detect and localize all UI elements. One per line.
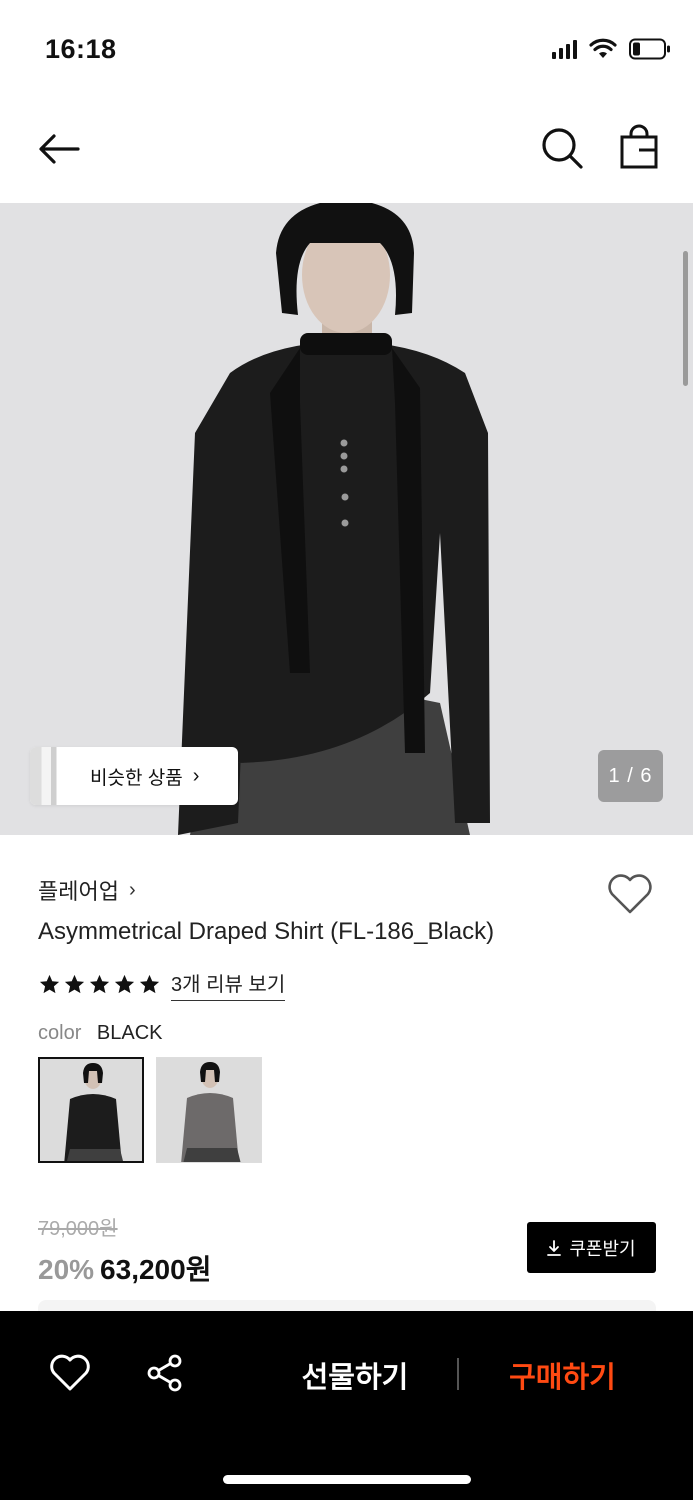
star-icon: [89, 974, 110, 994]
wishlist-heart-icon[interactable]: [606, 872, 654, 916]
similar-products-thumbnail: [30, 747, 68, 805]
color-swatch-gray[interactable]: [156, 1057, 262, 1163]
sale-price: 63,200원: [100, 1254, 212, 1285]
reviews-link[interactable]: 3개 리뷰 보기: [171, 968, 286, 1001]
price-row: 20% 63,200원: [38, 1248, 211, 1288]
color-value: BLACK: [96, 1022, 163, 1044]
bottom-action-bar: 선물하기 구매하기: [0, 1311, 693, 1500]
rating-stars: [38, 973, 161, 996]
color-swatch-black[interactable]: [38, 1057, 144, 1163]
star-icon: [39, 974, 60, 994]
download-icon: [547, 1239, 562, 1256]
coupon-label: 쿠폰받기: [569, 1238, 636, 1259]
scroll-indicator: [683, 251, 688, 386]
similar-products-label: 비슷한 상품: [90, 767, 183, 789]
swatch-gray-image: [157, 1058, 261, 1162]
cellular-signal-icon: [552, 39, 577, 59]
brand-name: 플레어업: [38, 879, 119, 904]
divider: [457, 1358, 459, 1390]
wifi-icon: [589, 38, 617, 58]
coupon-button[interactable]: 쿠폰받기: [527, 1222, 656, 1273]
discount-rate: 20%: [38, 1254, 95, 1285]
brand-link[interactable]: 플레어업 ›: [38, 874, 136, 906]
original-price: 79,000원: [38, 1218, 118, 1240]
status-time: 16:18: [45, 34, 117, 64]
heart-icon[interactable]: [49, 1353, 91, 1393]
top-navigation: [0, 100, 693, 203]
swatch-black-image: [40, 1059, 142, 1161]
rating-row: 3개 리뷰 보기: [38, 968, 286, 1001]
star-icon: [114, 974, 135, 994]
star-icon: [139, 974, 160, 994]
image-counter: 1 / 6: [598, 750, 663, 802]
status-bar: 16:18: [0, 0, 693, 100]
product-photo: [0, 203, 693, 835]
chevron-right-icon: ›: [128, 878, 136, 901]
home-indicator: [223, 1475, 471, 1484]
gift-button[interactable]: 선물하기: [270, 1351, 440, 1399]
product-image-carousel[interactable]: 비슷한 상품 › 1 / 6: [0, 203, 693, 835]
shopping-bag-icon[interactable]: [618, 124, 660, 170]
search-icon[interactable]: [540, 126, 584, 170]
similar-products-button[interactable]: 비슷한 상품 ›: [30, 747, 238, 805]
chevron-right-icon: ›: [192, 764, 200, 787]
status-icons: [552, 38, 671, 60]
color-label: color: [38, 1022, 82, 1044]
share-icon[interactable]: [145, 1353, 185, 1393]
color-swatches: [38, 1057, 262, 1163]
back-arrow-icon[interactable]: [36, 126, 82, 172]
product-title: Asymmetrical Draped Shirt (FL-186_Black): [38, 918, 495, 945]
star-icon: [64, 974, 85, 994]
battery-icon: [629, 38, 670, 60]
buy-button[interactable]: 구매하기: [480, 1351, 645, 1399]
color-row: color BLACK: [38, 1022, 163, 1045]
